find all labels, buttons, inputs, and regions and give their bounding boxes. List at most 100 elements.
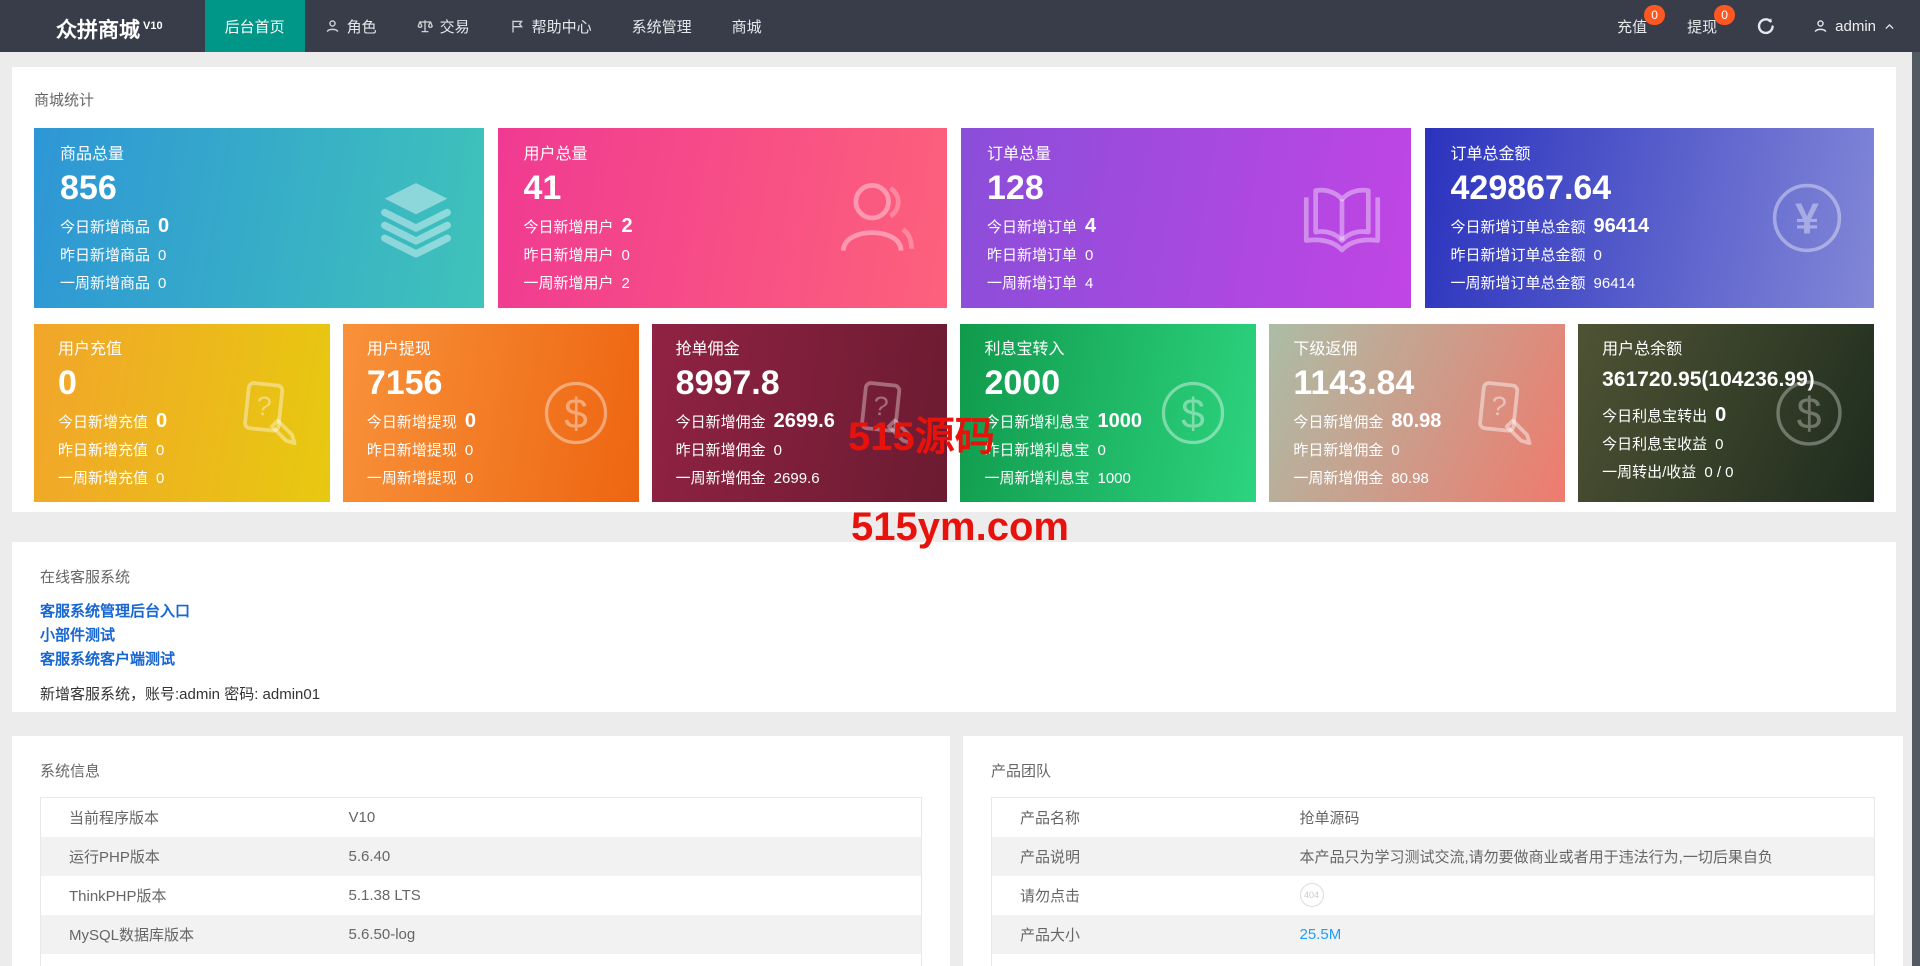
stat-text: 今日新增利息宝 xyxy=(984,414,1089,431)
service-admin-entry-link[interactable]: 客服系统管理后台入口 xyxy=(40,600,190,624)
user-menu[interactable]: admin xyxy=(1795,0,1920,52)
stat-value: 2699.6 xyxy=(774,410,835,432)
stat-value: 1000 xyxy=(1098,410,1143,432)
row-label: MySQL数据库版本 xyxy=(41,915,321,954)
stat-text: 一周新增充值 xyxy=(58,470,148,487)
row-label: 当前程序版本 xyxy=(41,798,321,837)
stat-value: 0 xyxy=(1594,247,1602,264)
admin-dashboard-page: 众拼商城V10 后台首页 角色 交易 帮助中心 系统管理 商城 充值 0 xyxy=(0,0,1920,966)
stat-value: 80.98 xyxy=(1391,470,1429,487)
card-label: 用户提现 xyxy=(367,339,615,361)
stat-text: 今日新增佣金 xyxy=(1293,414,1383,431)
card-label: 抢单佣金 xyxy=(676,339,924,361)
stat-value: 4 xyxy=(1085,275,1093,292)
card-stat-line: 一周新增商品 0 xyxy=(60,274,458,294)
stat-value: 0 xyxy=(1098,442,1106,459)
stat-text: 昨日新增订单 xyxy=(987,247,1077,264)
card-stat-line: 一周新增佣金 80.98 xyxy=(1293,469,1541,489)
stat-text: 昨日新增佣金 xyxy=(676,442,766,459)
system-info-panel: 系统信息 当前程序版本V10 运行PHP版本5.6.40 ThinkPHP版本5… xyxy=(12,736,950,966)
card-stat-line: 一周新增用户2 xyxy=(524,274,922,294)
row-label: ThinkPHP版本 xyxy=(41,876,321,915)
svg-text:¥: ¥ xyxy=(1795,195,1819,243)
stat-text: 今日利息宝转出 xyxy=(1602,408,1707,425)
widget-test-link[interactable]: 小部件测试 xyxy=(40,624,115,648)
stat-card-user-balance: 用户总余额 361720.95(104236.99) 今日利息宝转出0 今日利息… xyxy=(1578,324,1874,502)
row-value xyxy=(321,954,922,966)
top-navbar: 众拼商城V10 后台首页 角色 交易 帮助中心 系统管理 商城 充值 0 xyxy=(0,0,1920,52)
404-badge[interactable]: 404 xyxy=(1300,883,1324,907)
stat-text: 一周新增佣金 xyxy=(676,470,766,487)
table-row: MySQL数据库版本5.6.50-log xyxy=(41,915,922,954)
stat-text: 今日新增订单 xyxy=(987,219,1077,236)
withdraw-button[interactable]: 提现 0 xyxy=(1667,0,1737,52)
card-label: 商品总量 xyxy=(60,144,458,166)
flag-icon xyxy=(510,19,525,34)
card-label: 利息宝转入 xyxy=(984,339,1232,361)
dollar-circle-icon: $ xyxy=(1152,372,1234,454)
stats-panel-title: 商城统计 xyxy=(34,89,1874,110)
card-label: 用户总余额 xyxy=(1602,339,1850,361)
watermark-515ym: 515ym.com xyxy=(851,505,1069,550)
stat-text: 昨日新增提现 xyxy=(367,442,457,459)
doc-question-icon: ? xyxy=(1459,371,1543,455)
product-team-panel: 产品团队 产品名称抢单源码 产品说明本产品只为学习测试交流,请勿要做商业或者用于… xyxy=(963,736,1903,966)
card-stat-line: 一周新增利息宝1000 xyxy=(984,469,1232,489)
row-label: 产品大小 xyxy=(992,915,1272,954)
table-row: 产品名称抢单源码 xyxy=(992,798,1875,837)
vertical-scrollbar-thumb[interactable] xyxy=(1912,52,1920,966)
nav-item-mall[interactable]: 商城 xyxy=(712,0,782,52)
refresh-button[interactable] xyxy=(1737,0,1795,52)
stat-value: 0 xyxy=(1391,442,1399,459)
stat-card-orders-total: 订单总量 128 今日新增订单4 昨日新增订单0 一周新增订单4 xyxy=(961,128,1411,308)
nav-item-help-center[interactable]: 帮助中心 xyxy=(490,0,612,52)
stat-value: 0 xyxy=(1085,247,1093,264)
stat-card-user-recharge: 用户充值 0 今日新增充值0 昨日新增充值0 一周新增充值0 ? xyxy=(34,324,330,502)
stat-text: 今日新增提现 xyxy=(367,414,457,431)
stat-card-sub-rebate: 下级返佣 1143.84 今日新增佣金80.98 昨日新增佣金0 一周新增佣金8… xyxy=(1269,324,1565,502)
stat-text: 昨日新增充值 xyxy=(58,442,148,459)
stat-value: 0 xyxy=(156,410,167,432)
book-icon xyxy=(1295,171,1389,265)
stat-text: 一周新增佣金 xyxy=(1293,470,1383,487)
stat-text: 昨日新增佣金 xyxy=(1293,442,1383,459)
stat-card-users-total: 用户总量 41 今日新增用户2 昨日新增用户0 一周新增用户2 xyxy=(498,128,948,308)
nav-item-system[interactable]: 系统管理 xyxy=(612,0,712,52)
row-value: 5.1.38 LTS xyxy=(321,876,922,915)
refresh-icon xyxy=(1757,17,1775,35)
card-label: 下级返佣 xyxy=(1293,339,1541,361)
table-row: 产品大小 25.5M xyxy=(992,915,1875,954)
dollar-circle-icon: $ xyxy=(535,372,617,454)
card-label: 订单总金额 xyxy=(1451,144,1849,166)
stat-value: 2 xyxy=(622,275,630,292)
nav-label: 帮助中心 xyxy=(532,16,592,37)
table-row xyxy=(41,954,922,966)
nav-label: 交易 xyxy=(440,16,470,37)
stat-text: 一周新增商品 xyxy=(60,275,150,292)
stat-card-order-amount: 订单总金额 429867.64 今日新增订单总金额96414 昨日新增订单总金额… xyxy=(1425,128,1875,308)
stat-text: 一周新增提现 xyxy=(367,470,457,487)
stat-card-products-total: 商品总量 856 今日新增商品0 昨日新增商品0 一周新增商品0 xyxy=(34,128,484,308)
nav-item-trade[interactable]: 交易 xyxy=(397,0,490,52)
row-value: 5.6.50-log xyxy=(321,915,922,954)
brand-version: V10 xyxy=(143,20,163,32)
recharge-button[interactable]: 充值 0 xyxy=(1597,0,1667,52)
table-row: 请勿点击404 xyxy=(992,876,1875,915)
stats-cards-row1: 商品总量 856 今日新增商品0 昨日新增商品0 一周新增商品0 用户总量 41… xyxy=(34,128,1874,308)
stat-value: 0 xyxy=(465,410,476,432)
stat-value: 0 / 0 xyxy=(1704,464,1733,481)
withdraw-label: 提现 xyxy=(1687,16,1717,37)
stat-card-user-withdraw: 用户提现 7156 今日新增提现0 昨日新增提现0 一周新增提现0 $ xyxy=(343,324,639,502)
row-value: 25.5M xyxy=(1272,915,1875,954)
stat-value: 96414 xyxy=(1594,215,1650,237)
product-size-link[interactable]: 25.5M xyxy=(1300,926,1342,943)
row-label: 运行PHP版本 xyxy=(41,837,321,876)
service-client-test-link[interactable]: 客服系统客户端测试 xyxy=(40,648,175,672)
nav-item-roles[interactable]: 角色 xyxy=(305,0,397,52)
stat-value: 0 xyxy=(158,275,166,292)
nav-item-home[interactable]: 后台首页 xyxy=(205,0,305,52)
row-value: 抢单源码 xyxy=(1272,798,1875,837)
brand-logo[interactable]: 众拼商城V10 xyxy=(0,0,205,52)
table-row: 当前程序版本V10 xyxy=(41,798,922,837)
row-label: 产品名称 xyxy=(992,798,1272,837)
